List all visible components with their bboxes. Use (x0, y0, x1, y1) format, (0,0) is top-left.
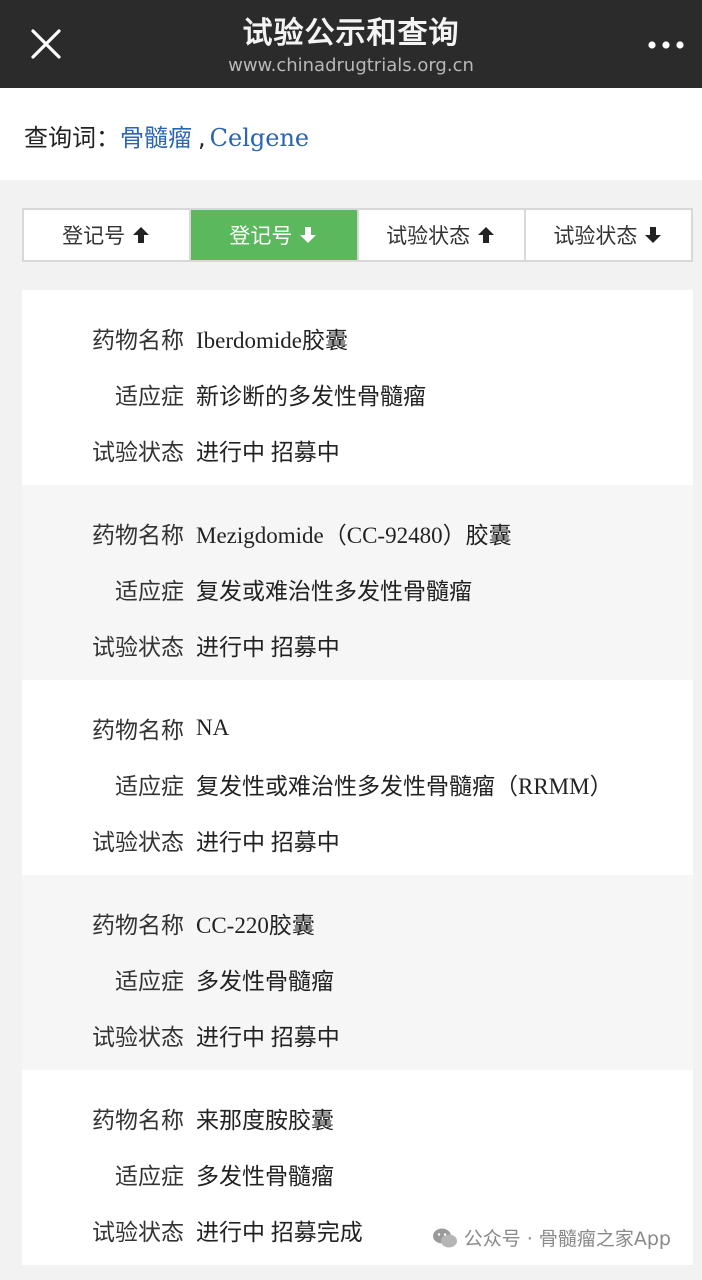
sort-bar: 登记号 登记号 试验状态 试验状态 (22, 208, 693, 262)
drug-value: 来那度胺胶囊 (196, 1108, 334, 1133)
status-label: 试验状态 (92, 635, 184, 661)
page-url: www.chinadrugtrials.org.cn (228, 55, 474, 76)
result-card[interactable]: 药物名称 Iberdomide胶囊 适应症 新诊断的多发性骨髓瘤 试验状态 进行中 招… (22, 290, 693, 485)
drug-label: 药物名称 (92, 718, 184, 744)
indication-row: 适应症 复发或难治性多发性骨髓瘤 (22, 561, 693, 617)
status-label: 试验状态 (92, 1025, 184, 1051)
title-block: 试验公示和查询 www.chinadrugtrials.org.cn (0, 14, 702, 78)
query-separator: , (198, 124, 206, 152)
indication-label: 适应症 (115, 1164, 184, 1190)
indication-label: 适应症 (115, 384, 184, 410)
more-horizontal-icon (648, 41, 684, 49)
indication-value: 复发性或难治性多发性骨髓瘤（RRMM） (196, 774, 613, 799)
indication-value: 新诊断的多发性骨髓瘤 (196, 384, 426, 409)
status-value: 进行中 招募中 (196, 440, 340, 465)
indication-value: 多发性骨髓瘤 (196, 1164, 334, 1189)
sort-registration-asc-button[interactable]: 登记号 (24, 210, 192, 260)
sort-button-label: 登记号 (62, 224, 126, 248)
result-card[interactable]: 药物名称 Mezigdomide（CC-92480）胶囊 适应症 复发或难治性多发性… (22, 485, 693, 680)
drug-row: 药物名称 Mezigdomide（CC-92480）胶囊 (22, 505, 693, 561)
drug-label: 药物名称 (92, 328, 184, 354)
indication-row: 适应症 多发性骨髓瘤 (22, 951, 693, 1007)
indication-label: 适应症 (115, 774, 184, 800)
drug-row: 药物名称 CC-220胶囊 (22, 895, 693, 951)
more-options-button[interactable] (646, 30, 686, 60)
indication-label: 适应症 (115, 969, 184, 995)
sort-button-label: 试验状态 (553, 224, 638, 248)
drug-label: 药物名称 (92, 523, 184, 549)
drug-value: Iberdomide胶囊 (196, 328, 349, 353)
drug-row: 药物名称 Iberdomide胶囊 (22, 310, 693, 366)
indication-row: 适应症 新诊断的多发性骨髓瘤 (22, 366, 693, 422)
sort-status-desc-button[interactable]: 试验状态 (525, 210, 691, 260)
drug-value: CC-220胶囊 (196, 913, 315, 938)
arrow-up-icon (133, 227, 150, 243)
sort-button-label: 试验状态 (386, 224, 471, 248)
results-list: 药物名称 Iberdomide胶囊 适应症 新诊断的多发性骨髓瘤 试验状态 进行中 招… (22, 290, 693, 1265)
drug-row: 药物名称 NA (22, 700, 693, 756)
sort-registration-desc-button[interactable]: 登记号 (191, 210, 359, 260)
indication-row: 适应症 复发性或难治性多发性骨髓瘤（RRMM） (22, 756, 693, 812)
arrow-up-icon (478, 227, 495, 243)
indication-row: 适应症 多发性骨髓瘤 (22, 1146, 693, 1202)
indication-value: 多发性骨髓瘤 (196, 969, 334, 994)
page-title: 试验公示和查询 (242, 16, 460, 51)
indication-value: 复发或难治性多发性骨髓瘤 (196, 579, 472, 604)
result-card[interactable]: 药物名称 NA 适应症 复发性或难治性多发性骨髓瘤（RRMM） 试验状态 进行中 招募… (22, 680, 693, 875)
wechat-icon (432, 1228, 457, 1247)
query-term-1[interactable]: 骨髓瘤 (120, 124, 192, 152)
status-value: 进行中 招募完成 (196, 1220, 363, 1245)
watermark: 公众号 · 骨髓瘤之家App (432, 1224, 671, 1251)
query-term-2[interactable]: Celgene (210, 124, 309, 152)
drug-row: 药物名称 来那度胺胶囊 (22, 1090, 693, 1146)
arrow-down-icon (300, 227, 317, 243)
status-label: 试验状态 (92, 1220, 184, 1246)
status-row: 试验状态 进行中 招募中 (22, 1007, 693, 1063)
watermark-text: 公众号 · 骨髓瘤之家App (463, 1228, 671, 1250)
status-value: 进行中 招募中 (196, 830, 340, 855)
query-bar: 查询词：骨髓瘤, Celgene (0, 88, 702, 180)
sort-button-label: 登记号 (229, 224, 293, 248)
result-card[interactable]: 药物名称 CC-220胶囊 适应症 多发性骨髓瘤 试验状态 进行中 招募中 (22, 875, 693, 1070)
arrow-down-icon (645, 227, 662, 243)
status-value: 进行中 招募中 (196, 635, 340, 660)
drug-value: Mezigdomide（CC-92480）胶囊 (196, 523, 512, 548)
indication-label: 适应症 (115, 579, 184, 605)
drug-label: 药物名称 (92, 913, 184, 939)
status-row: 试验状态 进行中 招募中 (22, 812, 693, 868)
status-label: 试验状态 (92, 440, 184, 466)
drug-label: 药物名称 (92, 1108, 184, 1134)
status-row: 试验状态 进行中 招募中 (22, 422, 693, 478)
title-bar: 试验公示和查询 www.chinadrugtrials.org.cn (0, 0, 702, 88)
result-card[interactable]: 药物名称 来那度胺胶囊 适应症 多发性骨髓瘤 试验状态 进行中 招募完成 公众号 · … (22, 1070, 693, 1265)
sort-status-asc-button[interactable]: 试验状态 (358, 210, 526, 260)
status-value: 进行中 招募中 (196, 1025, 340, 1050)
query-label: 查询词： (24, 124, 120, 152)
status-label: 试验状态 (92, 830, 184, 856)
status-row: 试验状态 进行中 招募中 (22, 617, 693, 673)
drug-value: NA (196, 715, 230, 740)
